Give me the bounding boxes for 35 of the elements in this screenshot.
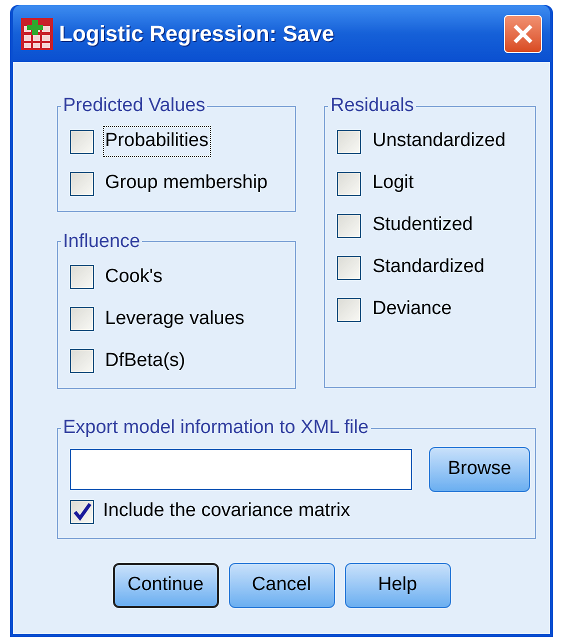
grid-icon	[21, 18, 53, 50]
group-title: Residuals	[329, 94, 415, 118]
checkbox[interactable]	[337, 130, 362, 154]
checkbox-label[interactable]: Group membership	[103, 168, 270, 199]
checkbox-label[interactable]: Deviance	[370, 294, 454, 325]
dialog-button[interactable]: Cancel	[228, 562, 334, 608]
checkbox[interactable]	[337, 172, 362, 196]
checkbox[interactable]	[70, 349, 94, 373]
checkbox[interactable]	[70, 500, 94, 524]
checkbox-label[interactable]: Logit	[370, 168, 416, 199]
checkbox-label[interactable]: Cook's	[103, 262, 164, 292]
checkbox-label[interactable]: Standardized	[370, 252, 486, 283]
checkbox-label[interactable]: Leverage values	[103, 304, 246, 334]
group-title: Influence	[62, 230, 142, 254]
dialog-button[interactable]: Continue	[112, 562, 218, 608]
checkbox[interactable]	[70, 265, 94, 289]
checkbox[interactable]	[337, 298, 362, 322]
checkbox-label[interactable]: Probabilities	[103, 126, 210, 157]
checkbox[interactable]	[337, 214, 362, 238]
checkbox[interactable]	[70, 130, 94, 154]
checkbox[interactable]	[337, 256, 362, 280]
checkbox[interactable]	[70, 172, 94, 196]
file-path-field[interactable]	[70, 448, 412, 490]
checkbox[interactable]	[70, 307, 94, 331]
group-title: Predicted Values	[62, 94, 206, 118]
browse-button[interactable]: Browse	[429, 446, 530, 492]
checkbox-label[interactable]: Unstandardized	[370, 126, 508, 157]
close-button[interactable]	[504, 14, 542, 52]
checkbox-label[interactable]: DfBeta(s)	[103, 346, 188, 376]
dialog-button[interactable]: Help	[344, 562, 450, 608]
close-icon	[512, 22, 534, 44]
checkbox-label[interactable]: Studentized	[370, 210, 475, 241]
checkbox-label[interactable]: Include the covariance matrix	[101, 496, 352, 527]
window-title: Logistic Regression: Save	[59, 20, 336, 48]
group-title: Export model information to XML file	[62, 416, 370, 440]
